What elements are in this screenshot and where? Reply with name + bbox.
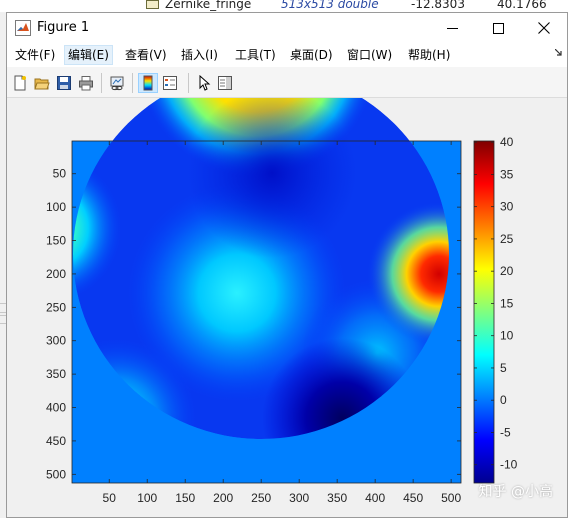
property-inspector-icon[interactable] <box>215 73 235 93</box>
toolbar-separator <box>101 73 102 93</box>
toolbar-separator <box>188 73 189 93</box>
toolbar-separator <box>132 73 133 93</box>
colorbar-tick-label: 35 <box>500 167 514 181</box>
colorbar-tick-label: 0 <box>500 393 507 407</box>
link-plot-icon[interactable] <box>107 73 127 93</box>
x-tick-label: 100 <box>137 491 157 505</box>
title-bar[interactable]: Figure 1 <box>7 13 567 43</box>
new-figure-icon[interactable] <box>10 73 30 93</box>
colorbar-tick-label: -10 <box>500 458 518 472</box>
menu-file[interactable]: 文件(F) <box>12 46 58 64</box>
pointer-icon[interactable] <box>194 73 214 93</box>
colorbar-tick-label: 15 <box>500 296 514 310</box>
menu-insert[interactable]: 插入(I) <box>178 46 221 64</box>
x-tick-label: 150 <box>175 491 195 505</box>
menu-desktop[interactable]: 桌面(D) <box>287 46 336 64</box>
close-button[interactable] <box>521 13 567 43</box>
y-tick-label: 250 <box>46 300 66 314</box>
open-file-icon[interactable] <box>32 73 52 93</box>
workspace-var-min: -12.8303 <box>411 0 465 11</box>
matlab-logo-icon <box>15 20 31 36</box>
x-tick-label: 250 <box>251 491 271 505</box>
colorbar-tick-label: 40 <box>500 135 514 149</box>
watermark-text: 知乎 @小高 <box>478 484 553 500</box>
colorbar-icon[interactable] <box>138 73 158 93</box>
x-tick-label: 350 <box>327 491 347 505</box>
colorbar-tick-label: 10 <box>500 329 514 343</box>
menu-tools[interactable]: 工具(T) <box>232 46 279 64</box>
workspace-var-max: 40.1766 <box>497 0 547 11</box>
colorbar-tick-label: 20 <box>500 264 514 278</box>
y-tick-label: 500 <box>46 467 66 481</box>
figure-window: Figure 1 文件(F) 编辑(E) 查看(V) 插入(I) 工具(T) 桌… <box>6 12 568 518</box>
workspace-var-name: Zernike_fringe <box>165 0 252 11</box>
colorbar-tick-label: 30 <box>500 200 514 214</box>
minimize-button[interactable] <box>429 13 475 43</box>
y-tick-label: 400 <box>46 401 66 415</box>
x-tick-label: 450 <box>403 491 423 505</box>
y-tick-label: 50 <box>53 167 67 181</box>
figure-canvas-area[interactable]: 50 100 150 200 250 300 350 400 450 500 50 100 150 20… <box>7 98 567 517</box>
menu-view[interactable]: 查看(V) <box>122 46 170 64</box>
y-tick-label: 150 <box>46 234 66 248</box>
legend-icon[interactable] <box>160 73 180 93</box>
heatmap-plot[interactable]: 50 100 150 200 250 300 350 400 450 500 5010015020… <box>7 98 567 517</box>
save-icon[interactable] <box>54 73 74 93</box>
workspace-var-type: 513x513 double <box>281 0 379 11</box>
x-tick-label: 400 <box>365 491 385 505</box>
colorbar-gradient <box>473 140 495 484</box>
x-tick-label: 200 <box>213 491 233 505</box>
y-tick-label: 350 <box>46 367 66 381</box>
print-icon[interactable] <box>76 73 96 93</box>
maximize-button[interactable] <box>475 13 521 43</box>
x-tick-label: 50 <box>103 491 117 505</box>
y-tick-label: 300 <box>46 334 66 348</box>
y-tick-label: 100 <box>46 200 66 214</box>
colorbar-tick-label: 5 <box>500 361 507 375</box>
colorbar-tick-label: -5 <box>500 425 511 439</box>
variable-grid-icon <box>146 0 159 9</box>
dock-arrow-icon[interactable] <box>554 48 563 60</box>
x-tick-label: 500 <box>441 491 461 505</box>
menu-help[interactable]: 帮助(H) <box>405 46 453 64</box>
y-tick-label: 200 <box>46 267 66 281</box>
window-title: Figure 1 <box>37 20 90 35</box>
minimize-icon <box>446 27 458 29</box>
y-tick-label: 450 <box>46 434 66 448</box>
close-icon <box>538 22 550 34</box>
colorbar-tick-label: 25 <box>500 232 514 246</box>
x-tick-label: 300 <box>289 491 309 505</box>
menu-window[interactable]: 窗口(W) <box>344 46 395 64</box>
maximize-icon <box>492 22 504 34</box>
menu-edit[interactable]: 编辑(E) <box>64 45 113 65</box>
figure-toolbar <box>7 67 567 98</box>
menu-bar: 文件(F) 编辑(E) 查看(V) 插入(I) 工具(T) 桌面(D) 窗口(W… <box>7 43 567 67</box>
